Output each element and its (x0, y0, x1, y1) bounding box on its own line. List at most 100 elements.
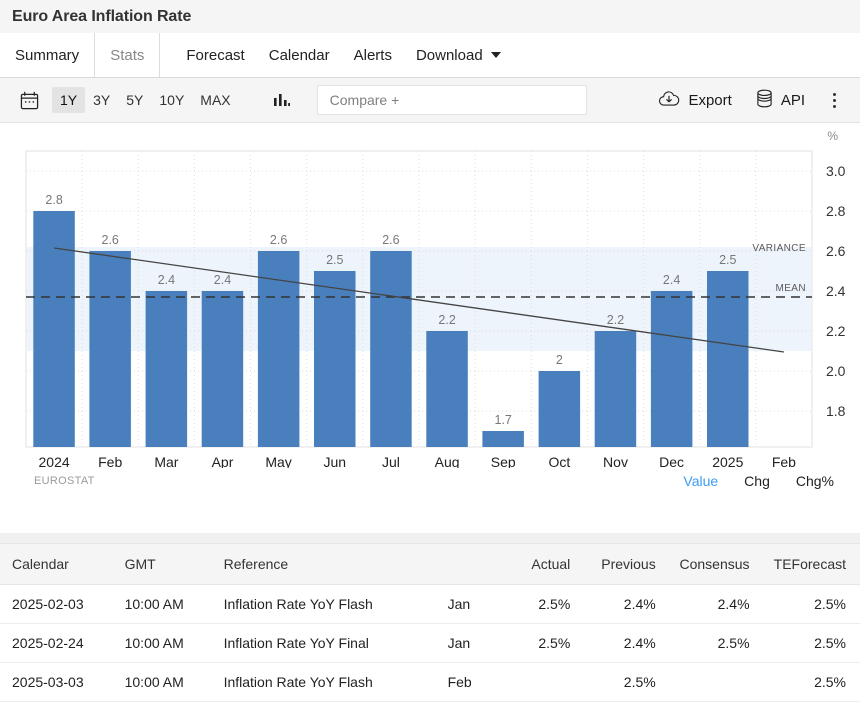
tab-alerts[interactable]: Alerts (342, 47, 404, 64)
y-tick-3: 2.4 (826, 283, 846, 299)
tab-download-label: Download (416, 47, 483, 64)
inflation-bar-chart[interactable]: 2.82.62.42.42.62.52.62.21.722.22.42.5VAR… (0, 123, 860, 468)
bar-Jul[interactable] (370, 251, 412, 447)
cell-period: Jan (438, 624, 495, 663)
cell-previous: 2.4% (580, 585, 665, 624)
bar-2024[interactable] (33, 211, 75, 447)
bar-chart-icon[interactable] (265, 85, 299, 115)
chevron-down-icon (491, 52, 501, 58)
x-tick-May: May (265, 454, 291, 468)
variance-label: VARIANCE (752, 243, 806, 254)
metric-tab-value[interactable]: Value (683, 473, 718, 489)
cell-consensus (666, 663, 760, 702)
calendar-icon[interactable] (12, 85, 46, 115)
cell-gmt: 10:00 AM (115, 624, 214, 663)
col-previous[interactable]: Previous (580, 544, 665, 585)
x-tick-2024: 2024 (39, 454, 70, 468)
bar-label-2024: 2.8 (45, 193, 62, 207)
export-button[interactable]: Export (646, 90, 743, 111)
kebab-menu-icon[interactable] (817, 93, 848, 108)
bar-Mar[interactable] (146, 291, 188, 447)
bar-Feb[interactable] (89, 251, 130, 447)
y-tick-4: 2.2 (826, 323, 846, 339)
table-row[interactable]: 2025-02-2410:00 AMInflation Rate YoY Fin… (0, 624, 860, 663)
cell-reference: Inflation Rate YoY Flash (214, 663, 438, 702)
metric-tab-chgpct[interactable]: Chg% (796, 473, 834, 489)
range-10y[interactable]: 10Y (151, 87, 192, 113)
col-consensus[interactable]: Consensus (666, 544, 760, 585)
range-1y[interactable]: 1Y (52, 87, 85, 113)
tab-download[interactable]: Download (404, 47, 513, 64)
x-tick-Apr: Apr (212, 454, 234, 468)
col-reference[interactable]: Reference (214, 544, 438, 585)
bar-label-May: 2.6 (270, 233, 287, 247)
tab-calendar[interactable]: Calendar (257, 47, 342, 64)
cell-consensus: 2.5% (666, 624, 760, 663)
cell-period: Feb (438, 663, 495, 702)
tab-stats-label: Stats (110, 47, 144, 64)
chart-source-label: EUROSTAT (34, 475, 95, 487)
col-actual[interactable]: Actual (495, 544, 580, 585)
page-title: Euro Area Inflation Rate (12, 8, 191, 26)
x-tick-Mar: Mar (154, 454, 178, 468)
chart-footer: EUROSTAT Value Chg Chg% (0, 473, 860, 489)
cell-calendar: 2025-02-24 (0, 624, 115, 663)
x-tick-Feb: Feb (772, 454, 796, 468)
cell-reference: Inflation Rate YoY Flash (214, 585, 438, 624)
table-header-row: Calendar GMT Reference Actual Previous C… (0, 544, 860, 585)
x-tick-Jul: Jul (382, 454, 400, 468)
bar-label-Apr: 2.4 (214, 273, 231, 287)
cell-gmt: 10:00 AM (115, 585, 214, 624)
bar-Oct[interactable] (539, 371, 581, 447)
page-header: Euro Area Inflation Rate (0, 0, 860, 34)
bar-Apr[interactable] (202, 291, 244, 447)
y-tick-2: 2.6 (826, 243, 846, 259)
table-row[interactable]: 2025-03-0310:00 AMInflation Rate YoY Fla… (0, 663, 860, 702)
cell-period: Jan (438, 585, 495, 624)
cell-calendar: 2025-03-03 (0, 663, 115, 702)
bar-label-Jul: 2.6 (382, 233, 399, 247)
x-tick-Oct: Oct (549, 454, 571, 468)
api-label: API (781, 92, 805, 109)
mean-label: MEAN (776, 283, 807, 294)
tab-summary[interactable]: Summary (0, 33, 95, 77)
bar-label-Sep: 1.7 (495, 413, 512, 427)
section-divider (0, 533, 860, 543)
compare-input[interactable]: Compare + (317, 85, 587, 115)
bar-Sep[interactable] (482, 431, 524, 447)
tab-bar: Summary Stats Forecast Calendar Alerts D… (0, 34, 860, 78)
cell-reference: Inflation Rate YoY Final (214, 624, 438, 663)
col-gmt[interactable]: GMT (115, 544, 214, 585)
col-teforecast[interactable]: TEForecast (760, 544, 860, 585)
x-tick-Sep: Sep (491, 454, 516, 468)
cell-actual: 2.5% (495, 585, 580, 624)
col-calendar[interactable]: Calendar (0, 544, 115, 585)
chart-toolbar: 1Y 3Y 5Y 10Y MAX Compare + Export (0, 78, 860, 123)
bar-2025[interactable] (707, 271, 749, 447)
y-tick-6: 1.8 (826, 403, 846, 419)
tab-group-rest: Forecast Calendar Alerts Download (160, 33, 860, 77)
metric-tab-chg[interactable]: Chg (744, 473, 770, 489)
compare-placeholder-text: Compare + (330, 92, 400, 108)
calendar-table-head: Calendar GMT Reference Actual Previous C… (0, 544, 860, 585)
bar-label-Aug: 2.2 (438, 313, 455, 327)
range-selector: 1Y 3Y 5Y 10Y MAX (52, 87, 239, 113)
range-max[interactable]: MAX (192, 87, 238, 113)
bar-Nov[interactable] (595, 331, 637, 447)
bar-label-2025: 2.5 (719, 253, 736, 267)
table-row[interactable]: 2025-02-0310:00 AMInflation Rate YoY Fla… (0, 585, 860, 624)
cell-previous: 2.4% (580, 624, 665, 663)
bar-Dec[interactable] (651, 291, 693, 447)
bar-label-Jun: 2.5 (326, 253, 343, 267)
range-3y[interactable]: 3Y (85, 87, 118, 113)
bar-label-Oct: 2 (556, 353, 563, 367)
calendar-table: Calendar GMT Reference Actual Previous C… (0, 543, 860, 702)
x-tick-Jun: Jun (324, 454, 347, 468)
cell-actual (495, 663, 580, 702)
x-tick-Aug: Aug (435, 454, 460, 468)
tab-forecast[interactable]: Forecast (174, 47, 256, 64)
range-5y[interactable]: 5Y (118, 87, 151, 113)
tab-stats[interactable]: Stats (95, 33, 160, 77)
bar-Aug[interactable] (426, 331, 468, 447)
api-button[interactable]: API (744, 89, 817, 112)
